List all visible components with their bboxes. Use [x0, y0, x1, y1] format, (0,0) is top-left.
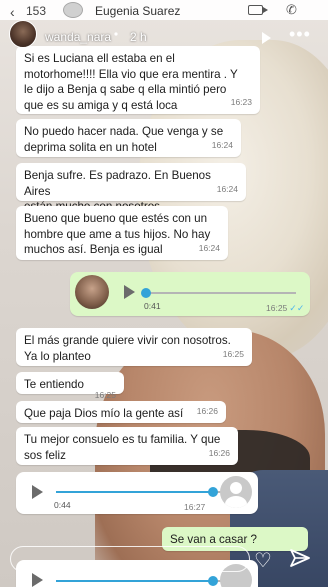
message-bubble: No puedo hacer nada. Que venga y se depr…: [16, 119, 241, 157]
story-user-avatar[interactable]: [9, 20, 37, 48]
sender-avatar-placeholder: [220, 476, 252, 508]
story-header: wanda_nara 2 h •••: [0, 20, 328, 48]
message-bubble: Bueno que bueno que estés con un hombre …: [16, 206, 228, 260]
message-bubble: Te entiendo 16:25: [16, 372, 124, 400]
person-silhouette-icon: [230, 482, 242, 494]
message-time: 16:25 ✓✓: [266, 303, 304, 314]
voice-progress-fill: [56, 491, 213, 493]
message-time: 16:23: [230, 97, 252, 108]
voice-progress-track[interactable]: [141, 288, 296, 298]
message-time: 16:26: [196, 406, 218, 417]
message-text: El más grande quiere vivir con nosotros.…: [24, 334, 231, 363]
message-bubble: Que paja Dios mío la gente así 16:26: [16, 401, 226, 423]
heart-icon[interactable]: ♡: [254, 548, 272, 573]
phone-call-icon[interactable]: ✆: [286, 2, 297, 18]
message-time: 16:24: [211, 140, 233, 151]
send-icon[interactable]: [289, 548, 311, 568]
message-time: 16:25: [222, 349, 244, 360]
voice-progress-knob[interactable]: [141, 288, 151, 298]
voice-message-outgoing[interactable]: 0:41 16:25 ✓✓: [70, 272, 310, 316]
contact-avatar[interactable]: [63, 2, 83, 18]
voice-duration: 0:41: [144, 301, 161, 311]
voice-message-incoming[interactable]: 0:44 16:27: [16, 472, 258, 514]
message-bubble: Benja sufre. Es padrazo. En Buenos Aires…: [16, 163, 246, 213]
message-bubble: Si es Luciana ell estaba en el motorhome…: [16, 46, 260, 114]
story-username[interactable]: wanda_nara: [45, 30, 111, 44]
message-time: 16:24: [216, 184, 238, 195]
more-options-icon[interactable]: •••: [289, 24, 311, 45]
message-text: Tu mejor consuelo es tu familia. Y que s…: [24, 433, 221, 462]
person-silhouette-body: [225, 496, 247, 508]
message-time-text: 16:25: [266, 303, 288, 313]
story-reply-field[interactable]: [10, 546, 250, 572]
message-time: 16:26: [208, 448, 230, 459]
voice-progress-fill: [56, 580, 213, 582]
contact-name[interactable]: Eugenia Suarez: [95, 4, 180, 18]
video-call-icon[interactable]: [248, 5, 268, 15]
chat-header: ‹ 153 Eugenia Suarez ✆: [0, 0, 328, 20]
voice-progress-knob[interactable]: [208, 487, 218, 497]
story-time-ago: 2 h: [130, 30, 147, 44]
message-text: Si es Luciana ell estaba en el motorhome…: [24, 52, 238, 112]
message-bubble: El más grande quiere vivir con nosotros.…: [16, 328, 252, 366]
sender-avatar: [75, 275, 109, 309]
voice-duration: 0:44: [54, 500, 71, 510]
play-icon[interactable]: [262, 32, 271, 44]
play-icon[interactable]: [124, 285, 135, 299]
message-time: 16:27: [184, 502, 206, 512]
back-icon[interactable]: ‹: [10, 4, 15, 20]
play-icon[interactable]: [32, 485, 43, 499]
voice-progress-track[interactable]: [56, 576, 221, 586]
message-text: No puedo hacer nada. Que venga y se depr…: [24, 125, 224, 154]
voice-progress-track[interactable]: [56, 487, 221, 497]
message-bubble: Tu mejor consuelo es tu familia. Y que s…: [16, 427, 238, 465]
play-icon[interactable]: [32, 573, 43, 587]
unread-count: 153: [26, 4, 47, 18]
read-ticks-icon: ✓✓: [289, 303, 305, 313]
message-time: 16:24: [198, 243, 220, 254]
message-text: Bueno que bueno que estés con un hombre …: [24, 212, 211, 257]
voice-progress-knob[interactable]: [208, 576, 218, 586]
message-text: Que paja Dios mío la gente así: [24, 407, 184, 420]
separator-icon: [114, 32, 118, 36]
